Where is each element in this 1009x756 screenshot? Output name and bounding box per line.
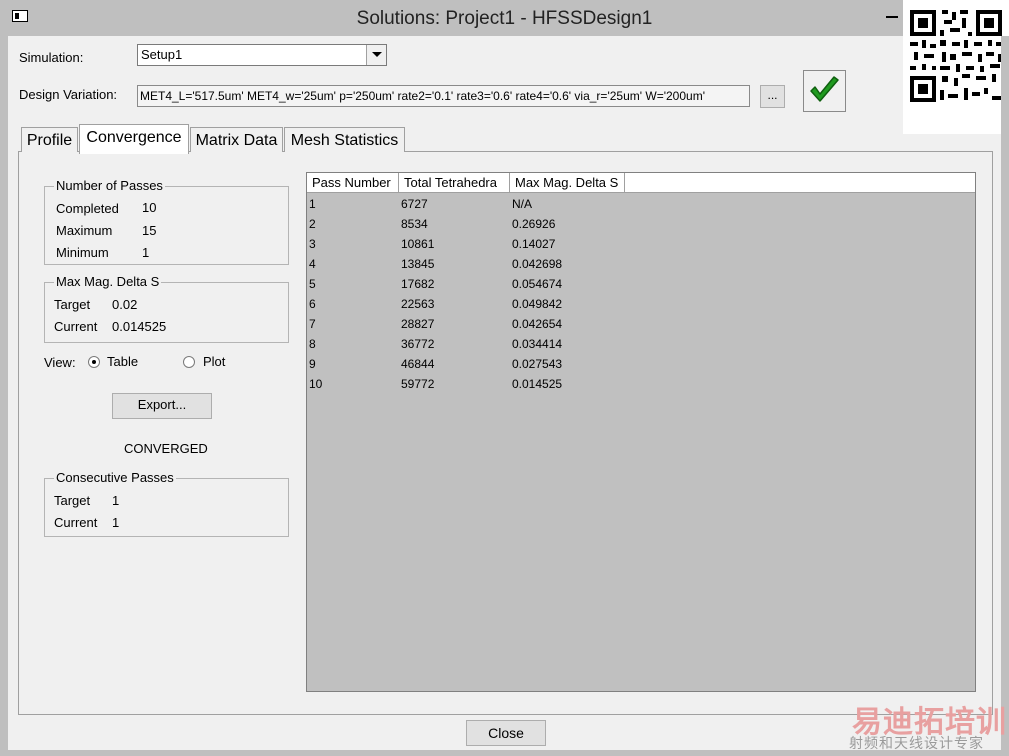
table-row[interactable]: 9 46844 0.027543: [307, 357, 975, 377]
design-variation-browse-button[interactable]: ...: [760, 85, 785, 108]
delta-s-cell: 0.034414: [512, 337, 563, 351]
close-button[interactable]: Close: [466, 720, 546, 746]
delta-s-cell: 0.14027: [512, 237, 556, 251]
number-of-passes-title: Number of Passes: [54, 178, 165, 193]
delta-target-label: Target: [54, 297, 91, 312]
max-mag-delta-s-group: Max Mag. Delta S Target 0.02 Current 0.0…: [44, 274, 289, 343]
total-tetrahedra-cell: 8534: [401, 217, 428, 231]
column-header-total-tetrahedra[interactable]: Total Tetrahedra: [399, 173, 510, 192]
checkmark-icon: [810, 76, 839, 102]
watermark-tagline: 射频和天线设计专家: [849, 736, 984, 752]
completed-label: Completed: [56, 201, 119, 216]
max-mag-delta-s-title: Max Mag. Delta S: [54, 274, 162, 289]
minimum-label: Minimum: [56, 245, 109, 260]
view-plot-label[interactable]: Plot: [203, 354, 225, 369]
design-variation-label: Design Variation:: [19, 87, 118, 102]
delta-s-cell: 0.042654: [512, 317, 563, 331]
window-frame-right: [1001, 36, 1009, 756]
convergence-status: CONVERGED: [124, 441, 208, 456]
total-tetrahedra-cell: 22563: [401, 297, 435, 311]
pass-number-cell: 2: [309, 217, 316, 231]
pass-number-cell: 9: [309, 357, 316, 371]
total-tetrahedra-cell: 46844: [401, 357, 435, 371]
minimum-value: 1: [142, 245, 150, 260]
window-title: Solutions: Project1 - HFSSDesign1: [356, 8, 653, 29]
delta-s-cell: 0.042698: [512, 257, 563, 271]
consecutive-target-label: Target: [54, 493, 91, 508]
pass-number-cell: 4: [309, 257, 316, 271]
pass-number-cell: 7: [309, 317, 316, 331]
tab-mesh-statistics[interactable]: Mesh Statistics: [284, 127, 405, 152]
table-row[interactable]: 5 17682 0.054674: [307, 277, 975, 297]
pass-number-cell: 8: [309, 337, 316, 351]
column-header-max-mag-delta-s[interactable]: Max Mag. Delta S: [510, 173, 625, 192]
delta-current-label: Current: [54, 319, 98, 334]
convergence-table[interactable]: Pass Number Total Tetrahedra Max Mag. De…: [306, 172, 976, 692]
tab-matrix-data[interactable]: Matrix Data: [190, 127, 283, 152]
number-of-passes-group: Number of Passes Completed 10 Maximum 15…: [44, 178, 289, 265]
table-row[interactable]: 4 13845 0.042698: [307, 257, 975, 277]
tab-profile[interactable]: Profile: [21, 127, 78, 152]
view-table-radio[interactable]: [88, 356, 100, 368]
consecutive-target-value: 1: [112, 493, 120, 508]
total-tetrahedra-cell: 36772: [401, 337, 435, 351]
pass-number-cell: 3: [309, 237, 316, 251]
view-table-label[interactable]: Table: [107, 354, 138, 369]
simulation-label: Simulation:: [19, 50, 84, 65]
delta-s-cell: 0.26926: [512, 217, 556, 231]
design-variation-value: MET4_L='517.5um' MET4_w='25um' p='250um'…: [140, 89, 705, 103]
maximum-label: Maximum: [56, 223, 113, 238]
view-label: View:: [44, 355, 76, 370]
consecutive-passes-group: Consecutive Passes Target 1 Current 1: [44, 470, 289, 537]
consecutive-current-value: 1: [112, 515, 120, 530]
maximum-value: 15: [142, 223, 157, 238]
delta-s-cell: 0.014525: [512, 377, 563, 391]
column-header-pass-number[interactable]: Pass Number: [307, 173, 399, 192]
tab-convergence[interactable]: Convergence: [79, 124, 189, 154]
delta-s-cell: N/A: [512, 197, 533, 211]
total-tetrahedra-cell: 6727: [401, 197, 428, 211]
delta-s-cell: 0.049842: [512, 297, 563, 311]
total-tetrahedra-cell: 17682: [401, 277, 435, 291]
delta-s-cell: 0.054674: [512, 277, 563, 291]
pass-number-cell: 10: [309, 377, 323, 391]
design-variation-field: MET4_L='517.5um' MET4_w='25um' p='250um'…: [137, 85, 750, 107]
table-row[interactable]: 3 10861 0.14027: [307, 237, 975, 257]
window-frame-left: [0, 36, 8, 756]
table-row[interactable]: 8 36772 0.034414: [307, 337, 975, 357]
table-row[interactable]: 1 6727 N/A: [307, 197, 975, 217]
table-row[interactable]: 7 28827 0.042654: [307, 317, 975, 337]
chevron-down-icon[interactable]: [366, 45, 386, 65]
completed-value: 10: [142, 200, 157, 215]
apply-button[interactable]: [803, 70, 846, 112]
qr-code-icon: [908, 8, 1004, 104]
pass-number-cell: 6: [309, 297, 316, 311]
total-tetrahedra-cell: 10861: [401, 237, 435, 251]
delta-current-value: 0.014525: [112, 319, 167, 334]
total-tetrahedra-cell: 59772: [401, 377, 435, 391]
view-plot-radio[interactable]: [183, 356, 195, 368]
delta-target-value: 0.02: [112, 297, 138, 312]
simulation-combo-value: Setup1: [141, 47, 183, 62]
table-header: Pass Number Total Tetrahedra Max Mag. De…: [307, 173, 975, 193]
export-button[interactable]: Export...: [112, 393, 212, 419]
simulation-combo[interactable]: Setup1: [137, 44, 387, 66]
table-row[interactable]: 6 22563 0.049842: [307, 297, 975, 317]
total-tetrahedra-cell: 13845: [401, 257, 435, 271]
table-row[interactable]: 10 59772 0.014525: [307, 377, 975, 397]
minimize-icon[interactable]: [886, 16, 898, 18]
pass-number-cell: 5: [309, 277, 316, 291]
consecutive-current-label: Current: [54, 515, 98, 530]
pass-number-cell: 1: [309, 197, 316, 211]
qr-code: [903, 0, 1009, 134]
consecutive-passes-title: Consecutive Passes: [54, 470, 176, 485]
total-tetrahedra-cell: 28827: [401, 317, 435, 331]
table-row[interactable]: 2 8534 0.26926: [307, 217, 975, 237]
delta-s-cell: 0.027543: [512, 357, 563, 371]
